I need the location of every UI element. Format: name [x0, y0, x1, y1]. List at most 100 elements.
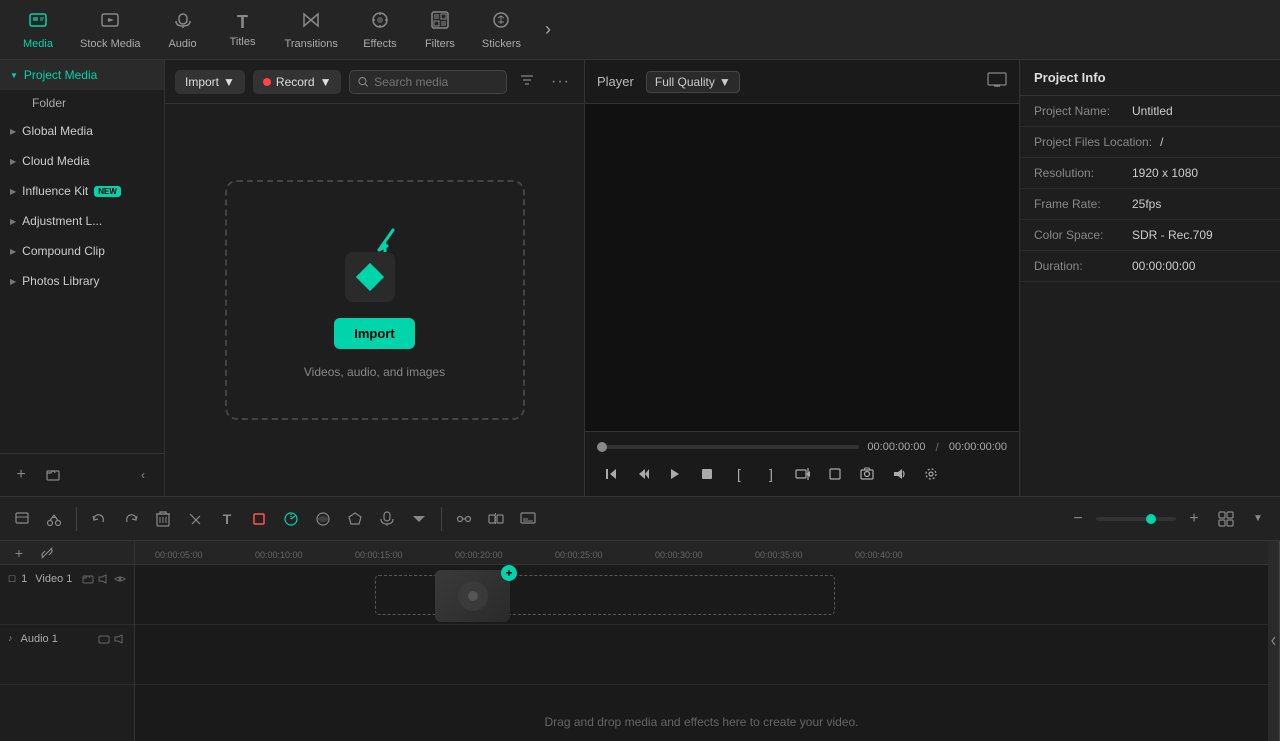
nav-item-titles-label: Titles	[230, 36, 256, 48]
sidebar-item-cloud-media[interactable]: ▶ Cloud Media	[0, 146, 164, 176]
filter-icon[interactable]	[515, 68, 539, 95]
track-audio-folder-icon[interactable]	[98, 633, 110, 648]
app-logo	[345, 252, 395, 302]
transitions-icon	[301, 10, 321, 35]
more-options-button[interactable]: ···	[547, 69, 574, 95]
tl-mask-button[interactable]	[341, 505, 369, 533]
nav-item-transitions[interactable]: Transitions	[273, 4, 350, 56]
rewind-button[interactable]	[597, 460, 625, 488]
tl-grid-button[interactable]	[1212, 505, 1240, 533]
audio-button[interactable]	[885, 460, 913, 488]
quality-select[interactable]: Full Quality ▼	[646, 71, 740, 93]
sidebar-add-button[interactable]: +	[8, 462, 34, 488]
tl-subtitle-button[interactable]	[514, 505, 542, 533]
tl-dropdown-button[interactable]: ▼	[1244, 505, 1272, 533]
quality-label: Full Quality	[655, 75, 715, 89]
track-audio1-label: Audio 1	[21, 633, 58, 645]
nav-item-media[interactable]: Media	[8, 4, 68, 56]
total-time: 00:00:00:00	[949, 441, 1007, 453]
sidebar-item-photos-library[interactable]: ▶ Photos Library	[0, 266, 164, 296]
search-box[interactable]	[349, 70, 507, 94]
track-audio-icon[interactable]	[98, 573, 110, 588]
mark-in-button[interactable]: [	[725, 460, 753, 488]
search-input[interactable]	[374, 75, 498, 89]
settings-button[interactable]	[917, 460, 945, 488]
record-arrow-icon: ▼	[320, 75, 332, 89]
nav-more-button[interactable]: ›	[537, 11, 559, 48]
tl-crop-button[interactable]	[245, 505, 273, 533]
nav-item-filters[interactable]: Filters	[410, 4, 470, 56]
step-back-button[interactable]	[629, 460, 657, 488]
info-row-resolution: Resolution: 1920 x 1080	[1020, 158, 1280, 189]
track-visibility-icon[interactable]	[114, 573, 126, 588]
info-value-location: /	[1160, 135, 1163, 149]
tl-trim-button[interactable]	[40, 505, 68, 533]
nav-item-audio[interactable]: Audio	[153, 4, 213, 56]
snapshot-button[interactable]	[853, 460, 881, 488]
track-audio-mute-icon[interactable]	[114, 633, 126, 648]
tl-zoom-in-button[interactable]: +	[1180, 505, 1208, 533]
track-folder-icon[interactable]	[82, 573, 94, 588]
tl-speed-button[interactable]	[277, 505, 305, 533]
sidebar-item-folder[interactable]: Folder	[0, 90, 164, 116]
drop-import-button[interactable]: Import	[334, 318, 414, 349]
add-to-timeline-button[interactable]	[789, 460, 817, 488]
tl-color-button[interactable]	[309, 505, 337, 533]
nav-item-titles[interactable]: T Titles	[213, 4, 273, 56]
stock-media-icon	[100, 10, 120, 35]
sidebar-item-project-media[interactable]: ▼ Project Media	[0, 60, 164, 90]
tl-undo-button[interactable]	[85, 505, 113, 533]
add-track-button[interactable]: +	[8, 542, 30, 564]
filters-icon	[430, 10, 450, 35]
tl-mic-button[interactable]	[373, 505, 401, 533]
import-button[interactable]: Import ▼	[175, 70, 245, 94]
track-label-video1: ☐ 1 Video 1	[0, 565, 134, 625]
fullscreen-button[interactable]	[821, 460, 849, 488]
tl-more-button[interactable]	[405, 505, 433, 533]
import-button-label: Import	[185, 75, 219, 89]
timeline-collapse-handle[interactable]	[1268, 541, 1280, 741]
info-row-duration: Duration: 00:00:00:00	[1020, 251, 1280, 282]
preview-display-icon[interactable]	[987, 72, 1007, 91]
preview-panel: Player Full Quality ▼ 00:00:00:00 / 00:0…	[585, 60, 1020, 496]
import-arrow-icon: ▼	[223, 75, 235, 89]
sidebar-folder-button[interactable]	[40, 462, 66, 488]
tl-zoom-bar[interactable]	[1096, 517, 1176, 521]
link-tracks-button[interactable]	[36, 542, 58, 564]
info-row-location: Project Files Location: /	[1020, 127, 1280, 158]
tl-redo-button[interactable]	[117, 505, 145, 533]
nav-item-stickers[interactable]: Stickers	[470, 4, 533, 56]
plus-badge: +	[501, 565, 517, 581]
sidebar-item-compound-clip[interactable]: ▶ Compound Clip	[0, 236, 164, 266]
sidebar-item-global-media[interactable]: ▶ Global Media	[0, 116, 164, 146]
timeline-clip-1[interactable]	[435, 570, 510, 622]
mark-out-button[interactable]: ]	[757, 460, 785, 488]
tl-zoom-out-button[interactable]: −	[1064, 505, 1092, 533]
sidebar-item-photos-label: Photos Library	[22, 274, 99, 288]
sidebar-arrow-influence: ▶	[10, 187, 16, 196]
tl-delete-button[interactable]	[149, 505, 177, 533]
stop-button[interactable]	[693, 460, 721, 488]
sidebar-item-project-media-label: Project Media	[24, 68, 97, 82]
timeline-area: + ☐ 1 Video 1	[0, 541, 1280, 741]
record-button[interactable]: Record ▼	[253, 70, 342, 94]
sidebar-new-badge: NEW	[94, 186, 121, 197]
ruler-mark-7: 00:00:40:00	[855, 550, 903, 560]
media-panel: Import ▼ Record ▼ ···	[165, 60, 585, 496]
play-button[interactable]	[661, 460, 689, 488]
info-value-name: Untitled	[1132, 104, 1173, 118]
tl-cut-button[interactable]	[181, 505, 209, 533]
tl-select-button[interactable]	[8, 505, 36, 533]
sidebar-collapse-button[interactable]: ‹	[130, 462, 156, 488]
nav-item-stock-media[interactable]: Stock Media	[68, 4, 153, 56]
sidebar-item-influence-kit[interactable]: ▶ Influence Kit NEW	[0, 176, 164, 206]
tl-join-button[interactable]	[450, 505, 478, 533]
nav-item-effects[interactable]: Effects	[350, 4, 410, 56]
progress-bar[interactable]	[597, 445, 859, 449]
sidebar-item-adjustment[interactable]: ▶ Adjustment L...	[0, 206, 164, 236]
tl-text-button[interactable]: T	[213, 505, 241, 533]
effects-icon	[370, 10, 390, 35]
sidebar-arrow-project-media: ▼	[10, 71, 18, 80]
info-label-duration: Duration:	[1034, 259, 1124, 273]
tl-split-button[interactable]	[482, 505, 510, 533]
